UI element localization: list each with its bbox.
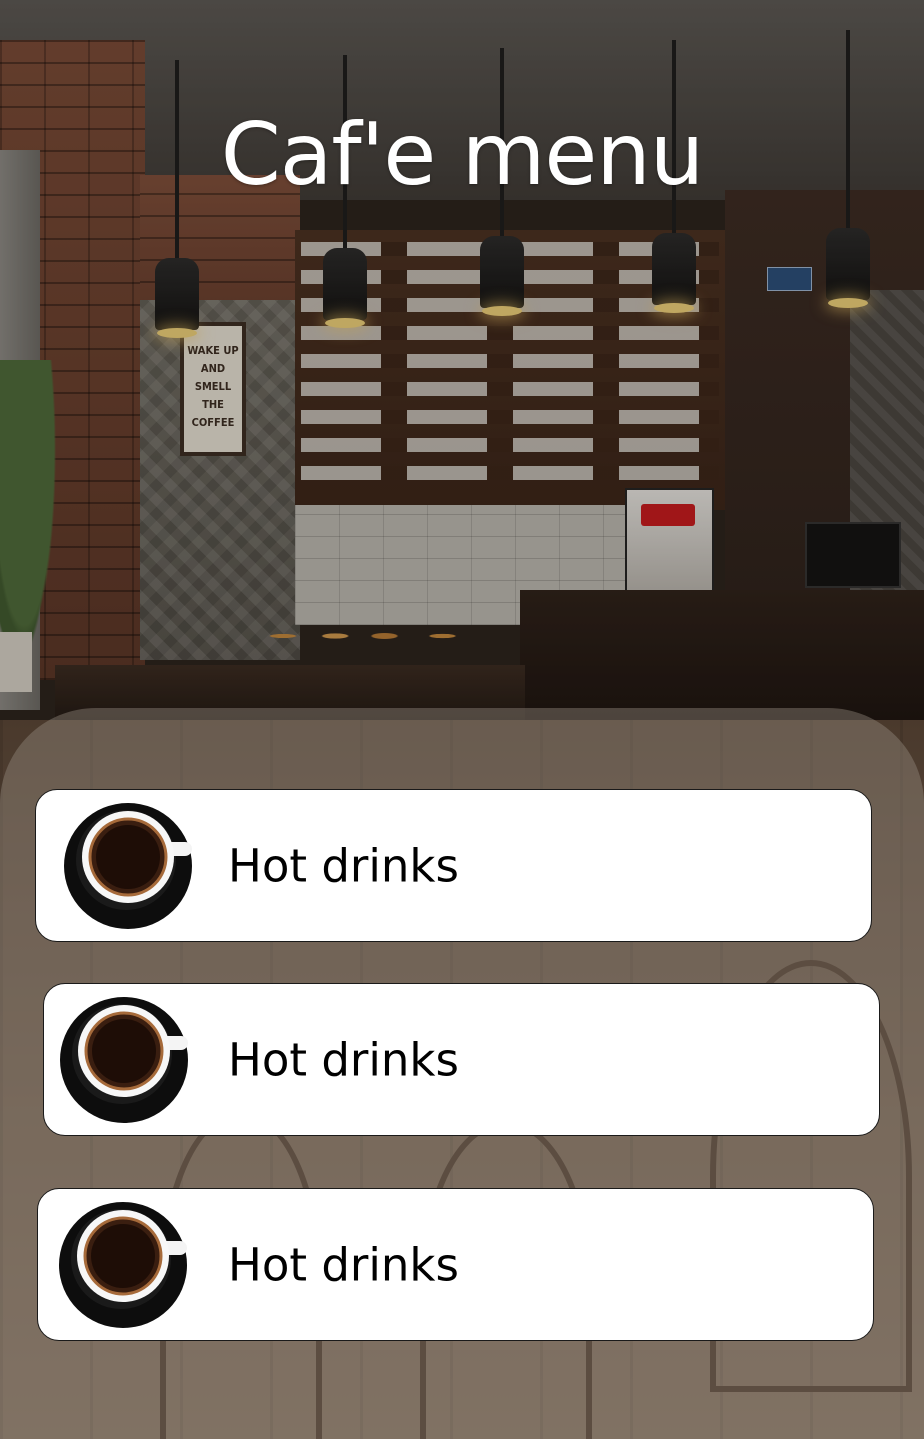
menu-item-label: Hot drinks: [228, 839, 459, 892]
menu-item-hot-drinks[interactable]: Hot drinks: [43, 983, 880, 1136]
menu-item-hot-drinks[interactable]: Hot drinks: [37, 1188, 874, 1341]
coffee-cup-icon: [60, 996, 188, 1123]
coffee-cup-icon: [64, 802, 192, 929]
menu-item-label: Hot drinks: [228, 1238, 459, 1291]
coffee-cup-icon: [59, 1201, 187, 1328]
menu-item-label: Hot drinks: [228, 1033, 459, 1086]
menu-item-hot-drinks[interactable]: Hot drinks: [35, 789, 872, 942]
page-title: Caf'e menu: [220, 105, 705, 205]
